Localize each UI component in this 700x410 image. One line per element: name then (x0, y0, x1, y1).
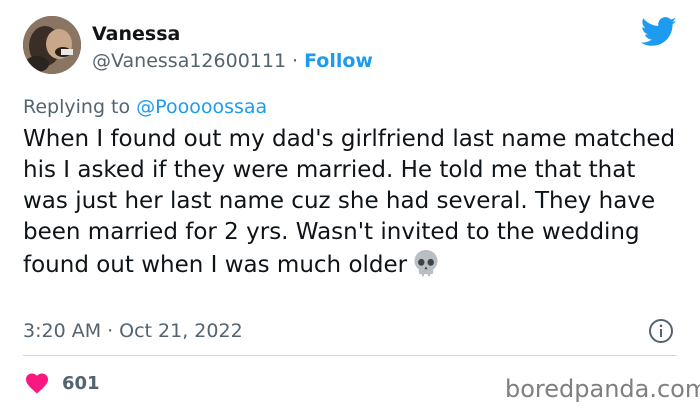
follow-button[interactable]: Follow (304, 50, 373, 72)
replying-prefix: Replying to (23, 96, 131, 118)
handle-row: @Vanessa12600111 · Follow (92, 50, 373, 72)
heart-icon[interactable] (25, 372, 49, 394)
skull-icon (414, 250, 438, 277)
watermark: boredpanda.com (505, 375, 700, 403)
tweet-date: Oct 21, 2022 (119, 320, 243, 342)
replying-to: Replying to @Pooooossaa (23, 96, 267, 118)
separator: · (292, 50, 299, 72)
avatar-image (23, 16, 81, 74)
display-name[interactable]: Vanessa (92, 23, 180, 45)
separator: · (107, 320, 114, 342)
tweet-timestamp[interactable]: 3:20 AM · Oct 21, 2022 (23, 320, 243, 342)
info-icon[interactable] (648, 318, 674, 344)
reply-mention-link[interactable]: @Pooooossaa (136, 96, 267, 118)
tweet-text: When I found out my dad's girlfriend las… (23, 126, 676, 278)
user-handle[interactable]: @Vanessa12600111 (92, 50, 286, 72)
like-count: 601 (62, 373, 100, 394)
divider (23, 355, 677, 356)
avatar[interactable] (23, 16, 81, 74)
tweet-time: 3:20 AM (23, 320, 102, 342)
tweet-body: When I found out my dad's girlfriend las… (23, 124, 683, 281)
twitter-bird-icon[interactable] (641, 17, 677, 47)
